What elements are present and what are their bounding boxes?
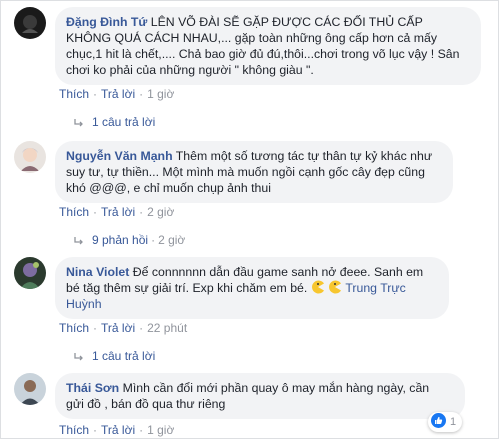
- comment-time[interactable]: 1 giờ: [147, 423, 174, 437]
- replies-count[interactable]: 1 câu trả lời: [92, 115, 155, 129]
- reply-link[interactable]: Trả lời: [101, 423, 135, 437]
- comment-actions: Thích · Trả lời · 1 giờ: [59, 423, 175, 437]
- comment-text-line1: Thêm một số tương tác tự thân tự kỷ khác…: [172, 149, 433, 163]
- view-replies-link[interactable]: 1 câu trả lời: [74, 115, 155, 129]
- like-link[interactable]: Thích: [59, 321, 89, 335]
- view-replies-link[interactable]: 1 câu trả lời: [74, 349, 155, 363]
- reaction-badge[interactable]: 1: [428, 412, 463, 432]
- comment-actions: Thích · Trả lời · 2 giờ: [59, 205, 175, 219]
- like-link[interactable]: Thích: [59, 423, 89, 437]
- view-replies-link[interactable]: 9 phản hồi · 2 giờ: [74, 233, 185, 247]
- comment-time[interactable]: 2 giờ: [147, 205, 174, 219]
- avatar[interactable]: [14, 257, 46, 289]
- avatar[interactable]: [14, 7, 46, 39]
- reply-link[interactable]: Trả lời: [101, 321, 135, 335]
- comment-author[interactable]: Nguyễn Văn Mạnh: [66, 149, 173, 163]
- like-reaction-icon: [431, 413, 446, 428]
- avatar[interactable]: [14, 373, 46, 405]
- comment-bubble: Đặng Đình Tứ LÊN VÕ ĐÀI SẼ GẶP ĐƯỢC CÁC …: [55, 7, 481, 85]
- comment-bubble: Thái Sơn Mình cần đổi mới phần quay ô ma…: [55, 373, 465, 419]
- replies-time: 2 giờ: [158, 233, 186, 247]
- avatar[interactable]: [14, 141, 46, 173]
- reply-arrow-icon: [74, 118, 83, 127]
- reaction-count: 1: [450, 416, 457, 428]
- reply-link[interactable]: Trả lời: [101, 87, 135, 101]
- comment-author[interactable]: Đặng Đình Tứ: [66, 15, 147, 29]
- reply-link[interactable]: Trả lời: [101, 205, 135, 219]
- comment-actions: Thích · Trả lời · 22 phút: [59, 321, 188, 335]
- comment-text-line1: Để connnnnn dẫn đầu game sanh nở đeee. S…: [129, 265, 424, 279]
- reply-arrow-icon: [74, 352, 83, 361]
- comment-actions: Thích · Trả lời · 1 giờ: [59, 87, 175, 101]
- comment-section: Đặng Đình Tứ LÊN VÕ ĐÀI SẼ GẶP ĐƯỢC CÁC …: [0, 0, 499, 439]
- comment-text: KHÔNG QUÁ CÁCH NHAU,... gặp toàn những ô…: [66, 31, 460, 77]
- comment-text: suy tư, tự thiền... Một mình mà muốn ngồ…: [66, 165, 425, 195]
- replies-count[interactable]: 1 câu trả lời: [92, 349, 155, 363]
- reply-arrow-icon: [74, 236, 83, 245]
- comment-text: bé tăg thêm sự giải trí. Exp khi chăm em…: [66, 281, 308, 295]
- like-link[interactable]: Thích: [59, 205, 89, 219]
- comment-text-line1: Mình cần đổi mới phần quay ô may mắn hàn…: [119, 381, 430, 395]
- like-link[interactable]: Thích: [59, 87, 89, 101]
- comment-time[interactable]: 1 giờ: [147, 87, 174, 101]
- comment-bubble: Nguyễn Văn Mạnh Thêm một số tương tác tự…: [55, 141, 453, 203]
- replies-count[interactable]: 9 phản hồi: [92, 233, 148, 247]
- comment-bubble: Nina Violet Để connnnnn dẫn đầu game san…: [55, 257, 449, 319]
- comment-text-line1: LÊN VÕ ĐÀI SẼ GẶP ĐƯỢC CÁC ĐỐI THỦ CẤP: [147, 15, 423, 29]
- comment-text: gửi đồ , bán đồ qua thư riêng: [66, 397, 226, 411]
- pacman-emoji-icon: [311, 280, 324, 294]
- comment-author[interactable]: Thái Sơn: [66, 381, 119, 395]
- pacman-emoji-icon: [329, 280, 342, 294]
- comment-author[interactable]: Nina Violet: [66, 265, 129, 279]
- comment-time[interactable]: 22 phút: [147, 321, 187, 335]
